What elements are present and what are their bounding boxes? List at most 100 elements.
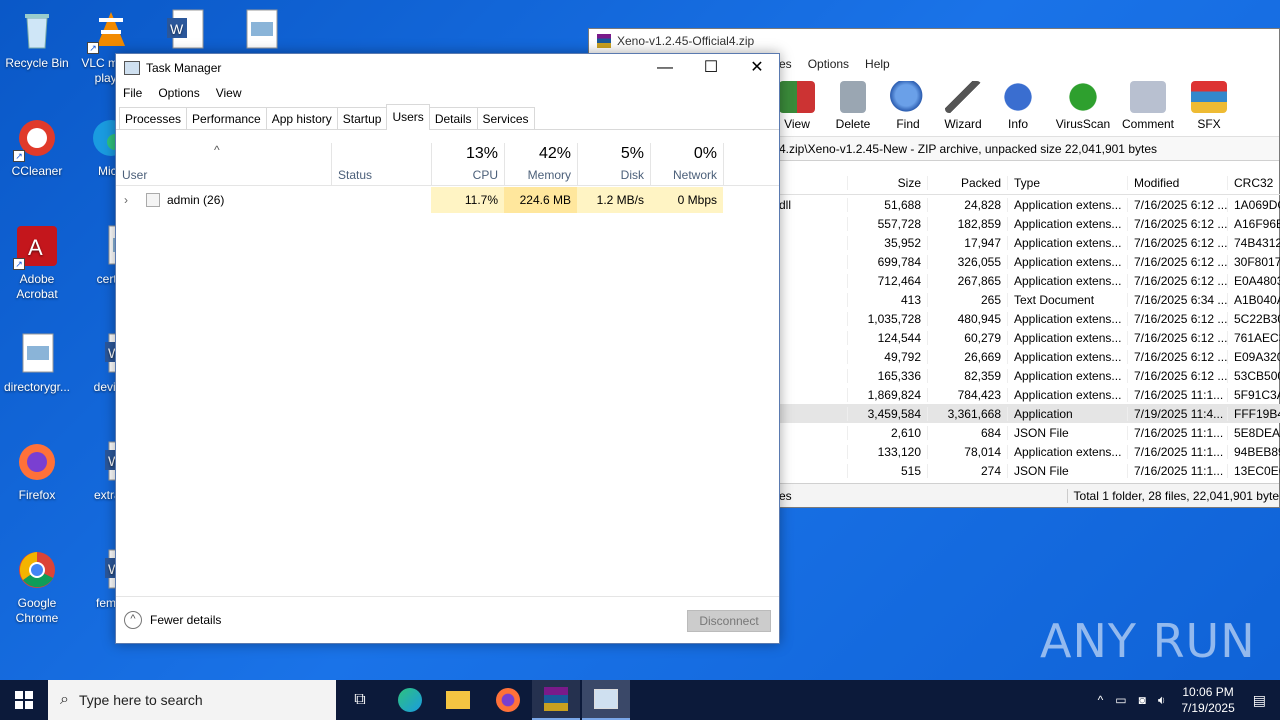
file-size: 165,336	[847, 368, 927, 383]
task-view-icon: ⧉	[354, 691, 366, 708]
close-button[interactable]: ✕	[734, 54, 780, 82]
tab-performance[interactable]: Performance	[186, 107, 267, 129]
desktop-icon-acrobat[interactable]: A ↗ Adobe Acrobat	[0, 224, 74, 302]
file-crc: A1B040A	[1227, 292, 1280, 307]
file-size: 699,784	[847, 254, 927, 269]
tab-services[interactable]: Services	[476, 107, 535, 129]
windows-logo-icon	[15, 691, 33, 709]
find-button[interactable]: Find	[880, 81, 936, 131]
user-row[interactable]: › admin (26) 11.7% 224.6 MB 1.2 MB/s 0 M…	[116, 187, 779, 213]
file-modified: 7/16/2025 6:12 ...	[1127, 235, 1227, 250]
col-packed[interactable]: Packed	[927, 175, 1007, 190]
network-icon[interactable]: ◙	[1139, 693, 1146, 707]
file-modified: 7/16/2025 11:1...	[1127, 444, 1227, 459]
file-crc: E0A4803	[1227, 273, 1280, 288]
desktop-icon-recycle-bin[interactable]: Recycle Bin	[0, 8, 74, 71]
desktop-icon-label: Firefox	[18, 488, 56, 502]
task-view-button[interactable]: ⧉	[336, 680, 384, 720]
col-crc32[interactable]: CRC32	[1227, 175, 1280, 190]
col-type[interactable]: Type	[1007, 175, 1127, 190]
task-manager-window[interactable]: Task Manager — ☐ ✕ File Options View Pro…	[115, 53, 780, 644]
file-size: 35,952	[847, 235, 927, 250]
chevron-up-icon[interactable]: ^	[1098, 693, 1104, 707]
file-packed: 26,669	[927, 349, 1007, 364]
desktop-icon-ccleaner[interactable]: ↗ CCleaner	[0, 116, 74, 179]
wizard-button[interactable]: Wizard	[935, 81, 991, 131]
user-memory: 224.6 MB	[504, 187, 577, 213]
menu-item-file[interactable]: File	[123, 86, 142, 100]
minimize-button[interactable]: —	[642, 54, 688, 82]
user-network: 0 Mbps	[650, 187, 723, 213]
wand-icon	[945, 81, 981, 113]
desktop-icon-firefox[interactable]: Firefox	[0, 440, 74, 503]
file-modified: 7/19/2025 11:4...	[1127, 406, 1227, 421]
col-memory[interactable]: 42% Memory	[505, 143, 577, 186]
tab-app-history[interactable]: App history	[265, 107, 338, 129]
delete-button[interactable]: Delete	[825, 81, 881, 131]
taskbar-clock[interactable]: 10:06 PM 7/19/2025	[1181, 684, 1234, 716]
info-button[interactable]: Info	[990, 81, 1046, 131]
user-name: admin (26)	[167, 193, 225, 207]
taskbar-task-manager[interactable]	[582, 680, 630, 720]
col-size[interactable]: Size	[847, 175, 927, 190]
col-disk-label: Disk	[620, 168, 644, 182]
taskbar-firefox[interactable]	[484, 680, 532, 720]
menu-item-help[interactable]: Help	[865, 57, 890, 71]
task-manager-titlebar[interactable]: Task Manager — ☐ ✕	[116, 54, 779, 82]
disconnect-button[interactable]: Disconnect	[687, 610, 771, 632]
col-user[interactable]: ^ User	[116, 143, 331, 186]
comment-button[interactable]: Comment	[1120, 81, 1176, 131]
volume-icon[interactable]: 🔉︎	[1158, 693, 1166, 708]
desktop-icon-image-1[interactable]	[224, 8, 298, 56]
expand-chevron-icon[interactable]: ›	[124, 187, 128, 213]
sfx-button[interactable]: SFX	[1181, 81, 1237, 131]
col-memory-label: Memory	[527, 168, 571, 182]
battery-icon[interactable]: ▭	[1115, 693, 1126, 707]
taskbar-winrar[interactable]	[532, 680, 580, 720]
winrar-titlebar[interactable]: Xeno-v1.2.45-Official4.zip	[589, 29, 1279, 53]
file-crc: 1A069DC	[1227, 197, 1280, 212]
desktop-icon-directorygr[interactable]: directorygr...	[0, 332, 74, 395]
file-type: JSON File	[1007, 463, 1127, 478]
desktop-icon-word-1[interactable]: W	[148, 8, 222, 56]
desktop-icon-label: directorygr...	[3, 380, 71, 394]
wizard-label: Wizard	[944, 117, 982, 131]
tab-processes[interactable]: Processes	[119, 107, 188, 129]
file-size: 557,728	[847, 216, 927, 231]
disk-total: 5%	[620, 145, 644, 162]
col-status[interactable]: Status	[332, 143, 431, 186]
file-size: 51,688	[847, 197, 927, 212]
menu-item-options[interactable]: Options	[808, 57, 849, 71]
menu-item-commands[interactable]: es	[779, 57, 792, 71]
virusscan-label: VirusScan	[1055, 117, 1111, 131]
col-disk[interactable]: 5% Disk	[578, 143, 650, 186]
tab-users[interactable]: Users	[386, 104, 430, 130]
virusscan-button[interactable]: VirusScan	[1055, 81, 1111, 131]
file-packed: 480,945	[927, 311, 1007, 326]
tab-startup[interactable]: Startup	[336, 107, 388, 129]
menu-item-options[interactable]: Options	[158, 86, 199, 100]
winrar-title: Xeno-v1.2.45-Official4.zip	[617, 34, 755, 48]
info-icon	[1000, 81, 1036, 113]
clock-time: 10:06 PM	[1182, 685, 1234, 699]
file-size: 124,544	[847, 330, 927, 345]
winrar-icon	[544, 687, 568, 711]
users-column-header: ^ User Status 13% CPU 42% Memory 5% Disk…	[116, 143, 779, 186]
notification-icon[interactable]: ▤	[1253, 692, 1266, 709]
tab-details[interactable]: Details	[428, 107, 478, 129]
file-crc: 13EC0E6	[1227, 463, 1280, 478]
file-packed: 267,865	[927, 273, 1007, 288]
col-network[interactable]: 0% Network	[651, 143, 723, 186]
taskbar-search[interactable]: ⌕ Type here to search	[48, 680, 336, 720]
fewer-details-button[interactable]: ^ Fewer details	[124, 611, 221, 629]
taskbar-edge[interactable]	[386, 680, 434, 720]
menu-item-view[interactable]: View	[216, 86, 242, 100]
file-packed: 24,828	[927, 197, 1007, 212]
maximize-button[interactable]: ☐	[688, 54, 734, 82]
start-button[interactable]	[0, 680, 48, 720]
col-cpu[interactable]: 13% CPU	[432, 143, 504, 186]
file-type: Application extens...	[1007, 197, 1127, 212]
col-modified[interactable]: Modified	[1127, 175, 1227, 190]
taskbar-file-explorer[interactable]	[434, 680, 482, 720]
desktop-icon-chrome[interactable]: Google Chrome	[0, 548, 74, 626]
